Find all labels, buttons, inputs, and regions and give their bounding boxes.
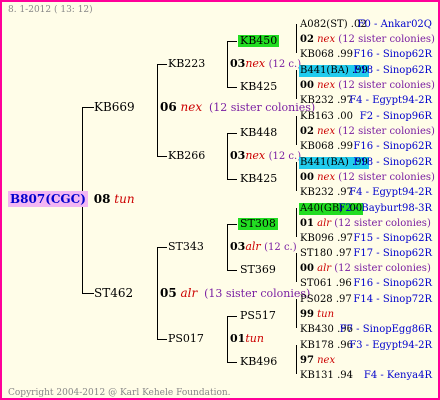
gen4-top-origin: F18 - Sinop62R: [353, 157, 432, 168]
connector: [157, 64, 167, 65]
copyright: Copyright 2004-2012 @ Karl Kehele Founda…: [8, 388, 231, 398]
gen1-info: 05 alr (13 sister colonies): [160, 286, 311, 300]
gen3-id[interactable]: KB425: [240, 81, 277, 93]
gen1-info: 06 nex (12 sister colonies): [160, 100, 316, 114]
gen4-bottom-origin: F16 - Sinop62R: [353, 49, 432, 60]
connector: [227, 133, 228, 179]
connector: [296, 70, 297, 99]
root-breed: tun: [114, 192, 135, 206]
gen4-bottom-origin: F15 - Sinop62R: [353, 233, 432, 244]
gen4-top-id[interactable]: ST180 .97: [300, 248, 352, 260]
connector: [296, 116, 297, 145]
gen4-bottom-origin: F7 - SinopEgg86R: [339, 324, 432, 335]
root-node[interactable]: B807(CGC) 08 tun: [8, 191, 135, 207]
gen2-id[interactable]: KB266: [168, 150, 205, 162]
connector: [227, 179, 237, 180]
gen2-info: 03nex (12 c.): [230, 57, 302, 71]
gen4-top-id[interactable]: PS028 .97: [300, 294, 352, 306]
gen4-bottom-id[interactable]: KB232 .97: [300, 95, 353, 107]
gen3-id[interactable]: ST308: [238, 218, 278, 230]
connector: [296, 345, 297, 374]
connector: [227, 224, 228, 270]
gen3-id[interactable]: KB450: [238, 35, 280, 47]
connector: [82, 293, 94, 294]
gen4-bottom-id[interactable]: KB068 .99: [300, 141, 353, 153]
connector: [157, 247, 167, 248]
connector: [296, 162, 297, 191]
gen4-mid: 02 nex (12 sister colonies): [300, 34, 435, 45]
gen4-top-id[interactable]: KB178 .96: [300, 340, 353, 352]
gen3-id[interactable]: KB425: [240, 173, 277, 185]
gen2-id[interactable]: ST343: [168, 241, 204, 253]
gen4-bottom-origin: F4 - Egypt94-2R: [349, 187, 432, 198]
gen1-id[interactable]: ST462: [94, 287, 133, 299]
gen4-bottom-id[interactable]: ST061 .96: [300, 278, 352, 290]
root-year: 08: [93, 192, 111, 206]
connector: [227, 270, 237, 271]
connector: [227, 316, 237, 317]
date-stamp: 8. 1-2012 ( 13: 12): [8, 5, 93, 15]
gen4-mid: 02 nex (12 sister colonies): [300, 126, 435, 137]
gen4-top-origin: F3 - Egypt94-2R: [349, 340, 432, 351]
gen4-top-origin: F18 - Sinop62R: [353, 65, 432, 76]
gen4-top-id[interactable]: KB163 .00: [300, 111, 353, 123]
gen4-bottom-id[interactable]: KB068 .99: [300, 49, 353, 61]
gen3-id[interactable]: KB496: [240, 356, 277, 368]
gen4-mid: 01 alr (12 sister colonies): [300, 218, 431, 229]
pedigree-chart: 8. 1-2012 ( 13: 12) Copyright 2004-2012 …: [2, 2, 438, 398]
gen4-mid: 97 nex: [300, 355, 336, 366]
gen4-mid: 00 nex (12 sister colonies): [300, 172, 435, 183]
connector: [296, 208, 297, 237]
connector: [157, 247, 158, 339]
gen4-mid: 99 tun: [300, 309, 335, 320]
connector: [227, 133, 237, 134]
connector: [227, 87, 237, 88]
gen4-top-origin: F2 - Bayburt98-3R: [338, 203, 432, 214]
connector: [296, 24, 297, 53]
gen4-top-origin: F0 - Ankar02Q: [357, 19, 432, 30]
gen2-info: 03nex (12 c.): [230, 149, 302, 163]
gen2-id[interactable]: KB223: [168, 58, 205, 70]
gen4-bottom-origin: F4 - Egypt94-2R: [349, 95, 432, 106]
gen3-id[interactable]: ST369: [240, 264, 276, 276]
gen4-bottom-id[interactable]: KB131 .94: [300, 370, 353, 382]
gen4-top-origin: F14 - Sinop72R: [353, 294, 432, 305]
connector: [227, 362, 237, 363]
gen2-id[interactable]: PS017: [168, 333, 204, 345]
gen4-mid: 00 alr (12 sister colonies): [300, 263, 431, 274]
connector: [296, 299, 297, 328]
gen4-bottom-origin: F4 - Kenya4R: [363, 370, 432, 381]
connector: [296, 253, 297, 282]
connector: [227, 41, 237, 42]
gen4-top-origin: F17 - Sinop62R: [353, 248, 432, 259]
connector: [157, 156, 167, 157]
connector: [82, 107, 94, 108]
gen2-info: 03alr (12 c.): [230, 240, 297, 254]
connector: [157, 64, 158, 156]
connector: [227, 316, 228, 362]
connector: [227, 224, 237, 225]
gen2-info: 01tun: [230, 332, 264, 345]
gen3-id[interactable]: PS517: [240, 310, 276, 322]
gen1-id[interactable]: KB669: [94, 101, 135, 113]
gen4-bottom-id[interactable]: KB096 .97: [300, 233, 353, 245]
gen4-mid: 00 nex (12 sister colonies): [300, 80, 435, 91]
gen4-bottom-origin: F16 - Sinop62R: [353, 278, 432, 289]
gen4-top-origin: F2 - Sinop96R: [359, 111, 432, 122]
gen4-bottom-id[interactable]: KB232 .97: [300, 187, 353, 199]
gen3-id[interactable]: KB448: [240, 127, 277, 139]
connector: [227, 41, 228, 87]
connector: [157, 339, 167, 340]
gen4-bottom-origin: F16 - Sinop62R: [353, 141, 432, 152]
root-id: B807(CGC): [8, 191, 88, 207]
